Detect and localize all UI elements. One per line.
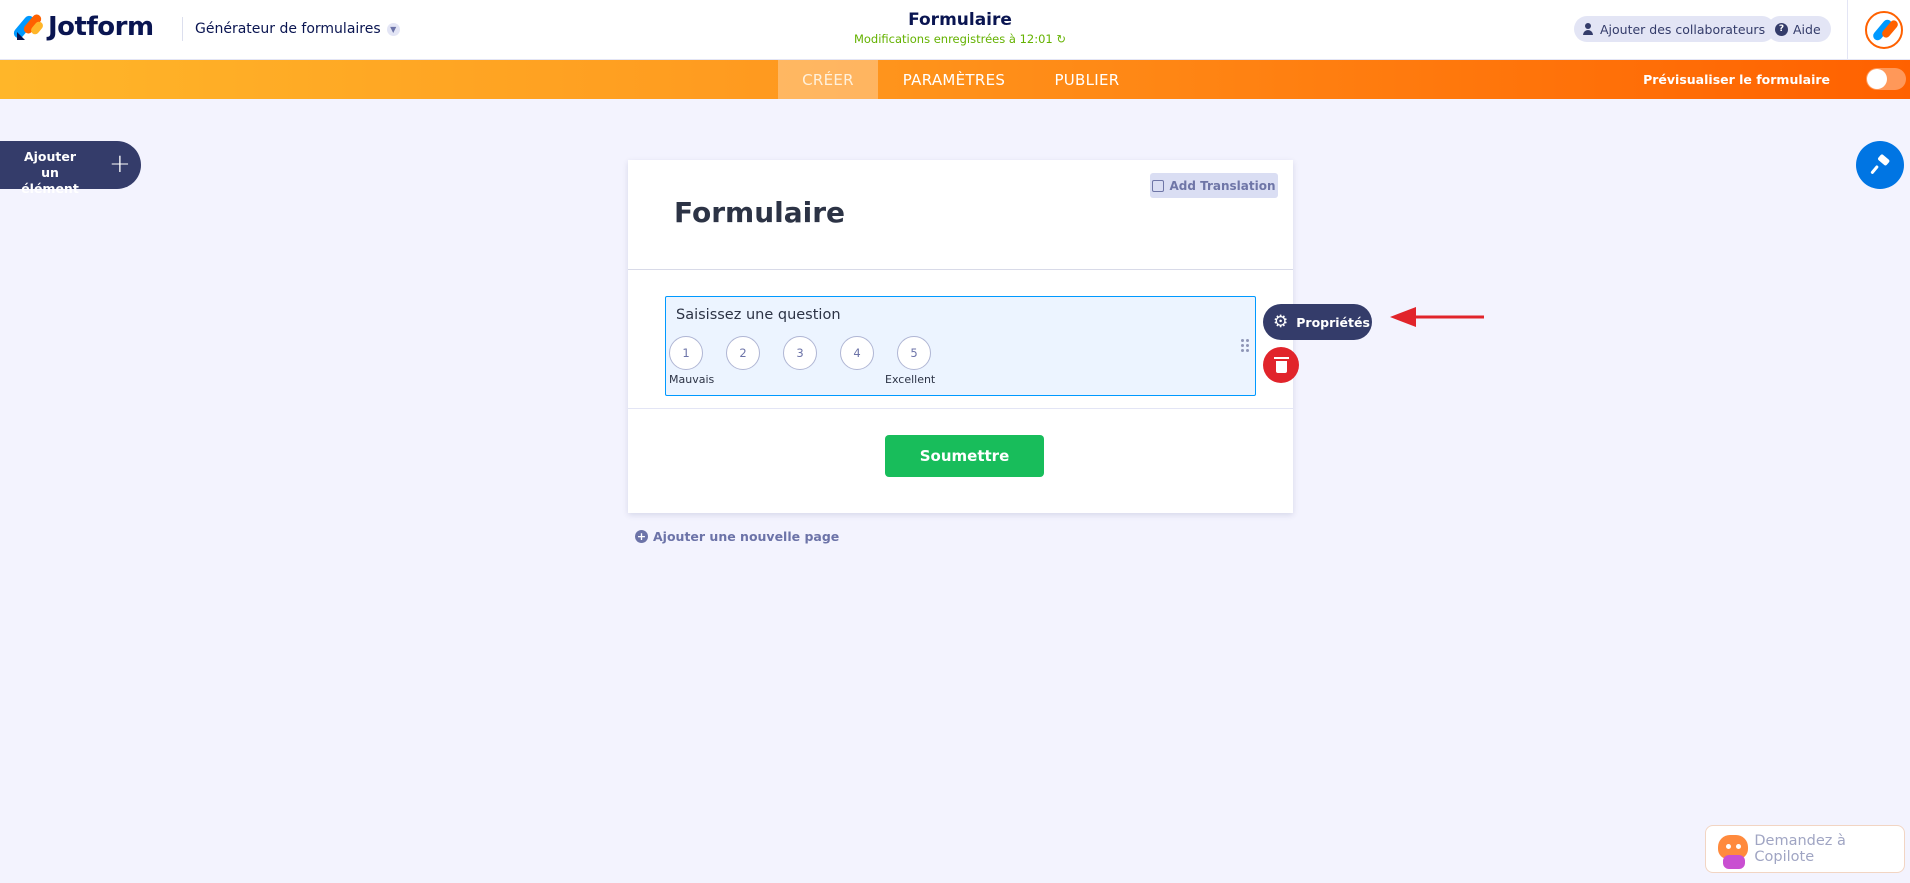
- scale-option-3[interactable]: 3: [783, 336, 817, 370]
- user-icon: [1582, 23, 1594, 35]
- copilot-button[interactable]: Demandez à Copilote: [1705, 825, 1905, 873]
- tab-publish[interactable]: PUBLIER: [1040, 60, 1134, 99]
- divider: [628, 269, 1293, 270]
- translate-icon: [1152, 179, 1165, 192]
- builder-dropdown[interactable]: Générateur de formulaires ▼: [182, 17, 400, 41]
- help-icon: ?: [1775, 22, 1788, 36]
- add-translation-label: Add Translation: [1169, 178, 1276, 193]
- copilot-label: Demandez à Copilote: [1754, 833, 1846, 865]
- builder-label: Générateur de formulaires: [195, 21, 381, 37]
- plus-circle-icon: +: [635, 530, 648, 543]
- form-title-block: Formulaire Modifications enregistrées à …: [760, 10, 1160, 46]
- avatar[interactable]: [1865, 11, 1903, 49]
- tab-settings[interactable]: PARAMÈTRES: [890, 60, 1018, 99]
- add-page-label: Ajouter une nouvelle page: [653, 529, 840, 544]
- jotform-logo[interactable]: Jotform: [11, 12, 154, 42]
- drag-handle-icon[interactable]: [1241, 339, 1251, 353]
- add-element-button[interactable]: Ajouter un élément +: [0, 141, 141, 196]
- scale-option-2[interactable]: 2: [726, 336, 760, 370]
- form-designer-button[interactable]: [1856, 141, 1904, 189]
- delete-field-button[interactable]: [1263, 347, 1299, 383]
- copilot-mascot-icon: [1714, 829, 1752, 869]
- gear-icon: ⚙: [1273, 311, 1289, 332]
- builder-nav: CRÉER PARAMÈTRES PUBLIER Prévisualiser l…: [0, 60, 1910, 99]
- form-heading[interactable]: Formulaire: [674, 196, 845, 229]
- scale-rating-field[interactable]: Saisissez une question 1 2 3 4 5 Mauvais…: [665, 296, 1256, 396]
- scale-option-4[interactable]: 4: [840, 336, 874, 370]
- chevron-down-icon: ▼: [386, 22, 400, 36]
- red-arrow-annotation: [1390, 307, 1484, 327]
- preview-toggle[interactable]: [1866, 68, 1906, 90]
- form-card: Add Translation Formulaire Saisissez une…: [628, 160, 1293, 513]
- help-label: Aide: [1793, 21, 1821, 37]
- help-button[interactable]: ? Aide: [1767, 16, 1831, 42]
- preview-label: Prévisualiser le formulaire: [1643, 72, 1830, 87]
- properties-button[interactable]: ⚙ Propriétés: [1263, 304, 1372, 340]
- scale-high-label: Excellent: [885, 373, 936, 386]
- add-new-page-button[interactable]: + Ajouter une nouvelle page: [635, 529, 839, 544]
- submit-button[interactable]: Soumettre: [885, 435, 1044, 477]
- account-area: [1847, 0, 1910, 60]
- jotform-logo-icon: [11, 12, 45, 42]
- add-collaborators-label: Ajouter des collaborateurs: [1600, 21, 1766, 37]
- add-collaborators-button[interactable]: Ajouter des collaborateurs: [1574, 16, 1776, 42]
- add-translation-button[interactable]: Add Translation: [1150, 173, 1278, 198]
- question-label[interactable]: Saisissez une question: [676, 307, 841, 323]
- add-element-label: Ajouter un élément: [21, 149, 79, 196]
- save-status: Modifications enregistrées à 12:01 ↻: [853, 32, 1067, 46]
- divider: [628, 408, 1293, 409]
- logo-text: Jotform: [48, 12, 154, 42]
- scale-low-label: Mauvais: [669, 373, 715, 386]
- top-header: Jotform Générateur de formulaires ▼ Form…: [0, 0, 1910, 60]
- properties-label: Propriétés: [1296, 314, 1370, 330]
- scale-option-5[interactable]: 5: [897, 336, 931, 370]
- tab-create[interactable]: CRÉER: [778, 60, 878, 99]
- scale-option-1[interactable]: 1: [669, 336, 703, 370]
- trash-icon: [1273, 356, 1289, 373]
- plus-icon: +: [109, 149, 131, 179]
- paint-roller-icon: [1870, 154, 1890, 174]
- header-form-title[interactable]: Formulaire: [760, 10, 1160, 30]
